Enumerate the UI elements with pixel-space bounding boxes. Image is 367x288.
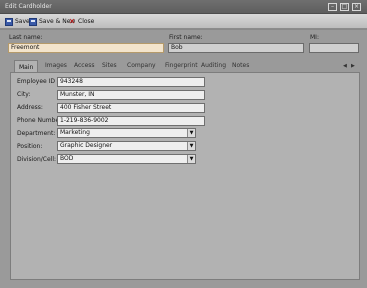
main-tab-panel: Employee ID #: 943248 City: Munster, IN … (10, 72, 360, 280)
tab-fingerprint[interactable]: Fingerprint (165, 62, 198, 69)
close-button-label: Close (78, 18, 95, 25)
save-disk-icon (5, 17, 13, 26)
last-name-label: Last name: (9, 34, 43, 41)
position-label: Position: (17, 143, 43, 150)
tab-access[interactable]: Access (74, 62, 95, 69)
window-close-button[interactable]: × (352, 3, 361, 11)
tab-images[interactable]: Images (45, 62, 67, 69)
save-new-icon (29, 17, 37, 26)
maximize-button[interactable]: □ (340, 3, 349, 11)
tab-notes[interactable]: Notes (232, 62, 249, 69)
tab-company[interactable]: Company (127, 62, 156, 69)
city-input[interactable]: Munster, IN (57, 90, 205, 100)
chevron-down-icon[interactable]: ▼ (187, 142, 195, 150)
department-select[interactable]: Marketing ▼ (57, 128, 196, 138)
tab-scroll-left-icon[interactable]: ◀ (343, 63, 347, 69)
close-x-icon: ✕ (68, 16, 76, 26)
division-select[interactable]: BOD ▼ (57, 154, 196, 164)
chevron-down-icon[interactable]: ▼ (187, 129, 195, 137)
position-select[interactable]: Graphic Designer ▼ (57, 141, 196, 151)
city-label: City: (17, 91, 31, 98)
mi-input[interactable] (309, 43, 359, 53)
division-label: Division/Cell: (17, 156, 57, 163)
minimize-button[interactable]: – (328, 3, 337, 11)
tab-scroll-right-icon[interactable]: ▶ (351, 63, 355, 69)
address-label: Address: (17, 104, 43, 111)
tab-strip: Main Images Access Sites Company Fingerp… (10, 60, 360, 72)
save-button-label: Save (15, 18, 30, 25)
tab-sites[interactable]: Sites (102, 62, 117, 69)
first-name-label: First name: (169, 34, 203, 41)
address-input[interactable]: 400 Fisher Street (57, 103, 205, 113)
tab-auditing[interactable]: Auditing (201, 62, 226, 69)
employee-id-input[interactable]: 943248 (57, 77, 205, 87)
tab-main[interactable]: Main (14, 60, 39, 72)
department-label: Department: (17, 130, 56, 137)
position-value: Graphic Designer (60, 142, 113, 149)
window-title: Edit Cardholder (5, 3, 52, 10)
close-button[interactable]: ✕ Close (68, 16, 95, 27)
department-value: Marketing (60, 129, 90, 136)
first-name-input[interactable]: Bob (168, 43, 304, 53)
last-name-input[interactable]: Freemont (8, 43, 164, 53)
phone-input[interactable]: 1-219-836-9002 (57, 116, 205, 126)
title-bar: Edit Cardholder – □ × (0, 0, 367, 14)
mi-label: MI: (310, 34, 319, 41)
toolbar: Save Save & New ✕ Close (0, 14, 367, 29)
chevron-down-icon[interactable]: ▼ (187, 155, 195, 163)
division-value: BOD (60, 155, 74, 162)
save-button[interactable]: Save (5, 16, 30, 27)
